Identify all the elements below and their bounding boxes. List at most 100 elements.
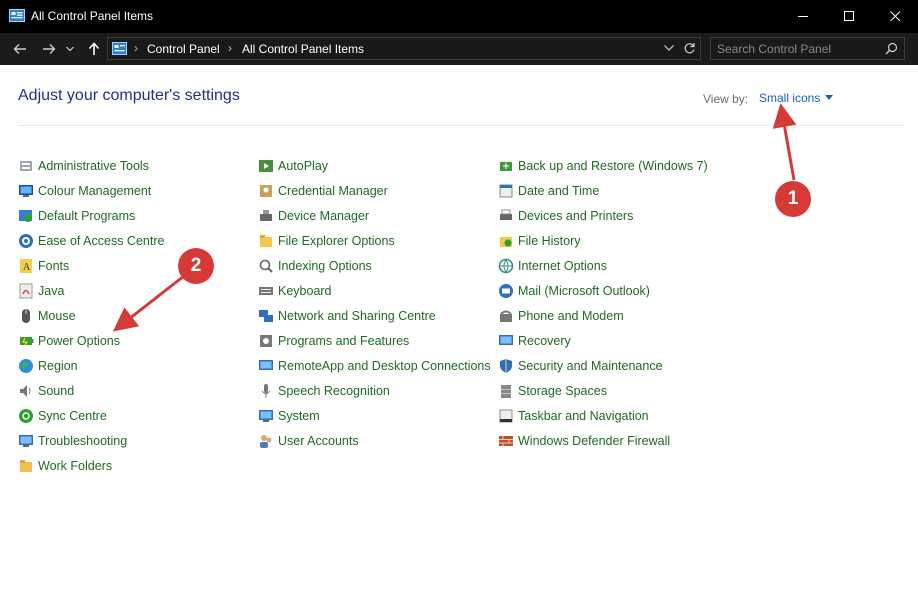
taskbar-navigation-icon — [498, 408, 514, 424]
item-label[interactable]: User Accounts — [278, 434, 359, 448]
item-label[interactable]: Windows Defender Firewall — [518, 434, 670, 448]
control-panel-icon — [112, 42, 127, 55]
control-panel-item[interactable]: User Accounts — [258, 428, 491, 453]
divider — [18, 125, 905, 126]
chevron-down-icon[interactable] — [664, 44, 674, 52]
control-panel-item[interactable]: Taskbar and Navigation — [498, 403, 708, 428]
view-by-value: Small icons — [759, 91, 821, 105]
control-panel-item[interactable]: Keyboard — [258, 278, 491, 303]
control-panel-item[interactable]: Date and Time — [498, 178, 708, 203]
item-label[interactable]: System — [278, 409, 320, 423]
control-panel-item[interactable]: Region — [18, 353, 164, 378]
item-label[interactable]: Security and Maintenance — [518, 359, 663, 373]
control-panel-item[interactable]: File Explorer Options — [258, 228, 491, 253]
control-panel-item[interactable]: Indexing Options — [258, 253, 491, 278]
minimize-button[interactable] — [780, 0, 826, 33]
control-panel-item[interactable]: Mouse — [18, 303, 164, 328]
item-label[interactable]: Back up and Restore (Windows 7) — [518, 159, 708, 173]
item-label[interactable]: RemoteApp and Desktop Connections — [278, 359, 491, 373]
control-panel-item[interactable]: Speech Recognition — [258, 378, 491, 403]
control-panel-item[interactable]: Troubleshooting — [18, 428, 164, 453]
control-panel-item[interactable]: File History — [498, 228, 708, 253]
control-panel-item[interactable]: Java — [18, 278, 164, 303]
item-label[interactable]: Programs and Features — [278, 334, 409, 348]
item-label[interactable]: Troubleshooting — [38, 434, 127, 448]
autoplay-icon — [258, 158, 274, 174]
control-panel-item[interactable]: System — [258, 403, 491, 428]
control-panel-item[interactable]: Phone and Modem — [498, 303, 708, 328]
item-label[interactable]: Credential Manager — [278, 184, 388, 198]
item-label[interactable]: Keyboard — [278, 284, 332, 298]
control-panel-item[interactable]: Ease of Access Centre — [18, 228, 164, 253]
item-label[interactable]: Region — [38, 359, 78, 373]
item-label[interactable]: Work Folders — [38, 459, 112, 473]
item-label[interactable]: Storage Spaces — [518, 384, 607, 398]
item-label[interactable]: Sync Centre — [38, 409, 107, 423]
control-panel-item[interactable]: Colour Management — [18, 178, 164, 203]
maximize-button[interactable] — [826, 0, 872, 33]
control-panel-item[interactable]: Devices and Printers — [498, 203, 708, 228]
item-label[interactable]: Indexing Options — [278, 259, 372, 273]
item-label[interactable]: AutoPlay — [278, 159, 328, 173]
breadcrumb-all-items[interactable]: All Control Panel Items — [242, 42, 364, 56]
item-label[interactable]: Ease of Access Centre — [38, 234, 164, 248]
item-label[interactable]: Internet Options — [518, 259, 607, 273]
control-panel-item[interactable]: Power Options — [18, 328, 164, 353]
control-panel-item[interactable]: Internet Options — [498, 253, 708, 278]
control-panel-item[interactable]: Storage Spaces — [498, 378, 708, 403]
item-label[interactable]: Recovery — [518, 334, 571, 348]
item-label[interactable]: Default Programs — [38, 209, 135, 223]
item-label[interactable]: Mail (Microsoft Outlook) — [518, 284, 650, 298]
close-button[interactable] — [872, 0, 918, 33]
up-button[interactable] — [84, 40, 104, 58]
control-panel-item[interactable]: RemoteApp and Desktop Connections — [258, 353, 491, 378]
item-label[interactable]: Mouse — [38, 309, 76, 323]
refresh-icon[interactable] — [683, 42, 696, 55]
address-bar[interactable]: › Control Panel › All Control Panel Item… — [107, 37, 701, 60]
item-label[interactable]: Taskbar and Navigation — [518, 409, 649, 423]
item-label[interactable]: Device Manager — [278, 209, 369, 223]
view-by-dropdown[interactable]: Small icons — [759, 91, 834, 105]
item-label[interactable]: Administrative Tools — [38, 159, 149, 173]
user-accounts-icon — [258, 433, 274, 449]
item-label[interactable]: Date and Time — [518, 184, 599, 198]
search-input[interactable] — [717, 41, 877, 57]
control-panel-item[interactable]: Administrative Tools — [18, 153, 164, 178]
breadcrumb-control-panel[interactable]: Control Panel — [147, 42, 220, 56]
item-label[interactable]: Java — [38, 284, 64, 298]
item-label[interactable]: Phone and Modem — [518, 309, 624, 323]
control-panel-item[interactable]: Security and Maintenance — [498, 353, 708, 378]
control-panel-item[interactable]: Credential Manager — [258, 178, 491, 203]
back-button[interactable] — [10, 40, 30, 58]
internet-options-icon — [498, 258, 514, 274]
control-panel-item[interactable]: Sound — [18, 378, 164, 403]
close-icon — [889, 11, 900, 22]
control-panel-item[interactable]: Recovery — [498, 328, 708, 353]
item-label[interactable]: File History — [518, 234, 581, 248]
search-box[interactable] — [710, 37, 905, 60]
item-label[interactable]: Network and Sharing Centre — [278, 309, 436, 323]
control-panel-item[interactable]: AutoPlay — [258, 153, 491, 178]
item-label[interactable]: Speech Recognition — [278, 384, 390, 398]
control-panel-item[interactable]: Sync Centre — [18, 403, 164, 428]
item-label[interactable]: Power Options — [38, 334, 120, 348]
search-icon[interactable] — [885, 42, 898, 55]
mouse-icon — [18, 308, 34, 324]
item-label[interactable]: File Explorer Options — [278, 234, 395, 248]
control-panel-item[interactable]: Device Manager — [258, 203, 491, 228]
item-label[interactable]: Devices and Printers — [518, 209, 633, 223]
control-panel-item[interactable]: Back up and Restore (Windows 7) — [498, 153, 708, 178]
control-panel-item[interactable]: A Fonts — [18, 253, 164, 278]
control-panel-item[interactable]: Default Programs — [18, 203, 164, 228]
control-panel-item[interactable]: Work Folders — [18, 453, 164, 478]
control-panel-item[interactable]: Mail (Microsoft Outlook) — [498, 278, 708, 303]
item-label[interactable]: Fonts — [38, 259, 69, 273]
control-panel-item[interactable]: Programs and Features — [258, 328, 491, 353]
control-panel-item[interactable]: Network and Sharing Centre — [258, 303, 491, 328]
java-icon — [18, 283, 34, 299]
item-label[interactable]: Sound — [38, 384, 74, 398]
recent-locations-button[interactable] — [63, 40, 77, 58]
forward-button[interactable] — [39, 40, 59, 58]
control-panel-item[interactable]: Windows Defender Firewall — [498, 428, 708, 453]
item-label[interactable]: Colour Management — [38, 184, 151, 198]
